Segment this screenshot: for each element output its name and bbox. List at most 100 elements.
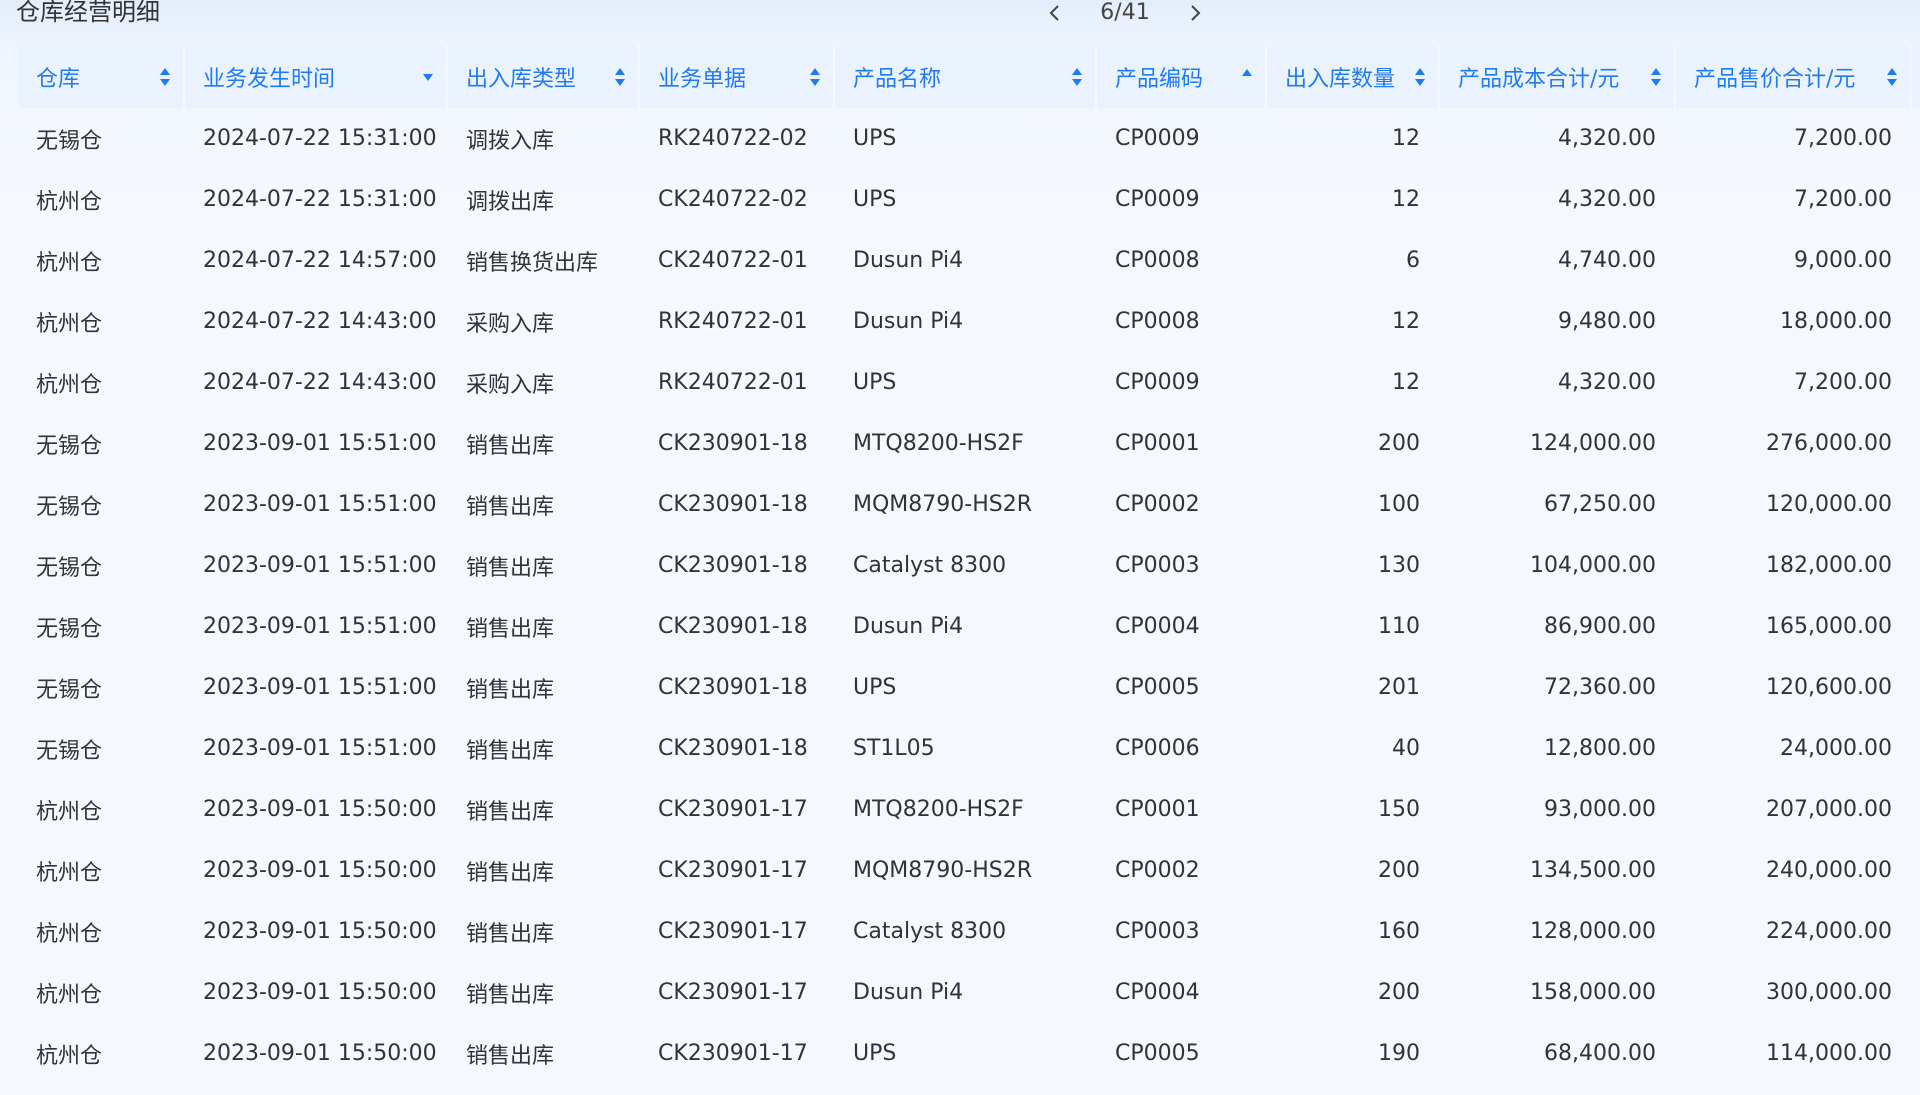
cell-document: CK230901-17 [658, 919, 808, 944]
cell-price-total: 300,000.00 [1766, 980, 1892, 1005]
sort-both-icon[interactable] [159, 67, 171, 87]
sort-both-icon[interactable] [1414, 67, 1426, 87]
cell-price-total: 165,000.00 [1766, 614, 1892, 639]
cell-io-type: 采购入库 [466, 372, 555, 398]
sort-both-icon[interactable] [614, 67, 626, 87]
cell-document: CK230901-18 [658, 492, 808, 517]
table-row[interactable]: 杭州仓 2024-07-22 14:43:00 采购入库 RK240722-01 UPS… [18, 352, 1920, 413]
cell-cost-total: 4,320.00 [1558, 126, 1656, 151]
column-header-cost-total[interactable]: 产品成本合计/元 [1440, 46, 1676, 108]
cell-time: 2023-09-01 15:50:00 [203, 858, 437, 883]
sort-desc-icon[interactable] [422, 67, 434, 87]
cell-io-type: 销售出库 [466, 738, 555, 764]
cell-io-type: 销售出库 [466, 616, 555, 642]
table-row[interactable]: 杭州仓 2024-07-22 15:31:00 调拨出库 CK240722-02 UPS… [18, 169, 1920, 230]
next-page-button[interactable] [1180, 0, 1210, 26]
column-header-label: 出入库数量 [1285, 67, 1396, 92]
cell-product-name: Catalyst 8300 [853, 553, 1007, 578]
table-row[interactable]: 无锡仓 2024-07-22 15:31:00 调拨入库 RK240722-02 UPS… [18, 108, 1920, 169]
sort-both-icon[interactable] [1886, 67, 1898, 87]
table-row[interactable]: 无锡仓 2023-09-01 15:51:00 销售出库 CK230901-18 UPS… [18, 657, 1920, 718]
cell-document: RK240722-02 [658, 126, 808, 151]
table-row[interactable]: 无锡仓 2023-09-01 15:51:00 销售出库 CK230901-18 Dus… [18, 596, 1920, 657]
column-header-price-total[interactable]: 产品售价合计/元 [1676, 46, 1912, 108]
cell-quantity: 12 [1392, 126, 1420, 151]
cell-io-type: 销售出库 [466, 860, 555, 886]
table-row[interactable]: 杭州仓 2023-09-01 15:50:00 销售出库 CK230901-17 Cat… [18, 901, 1920, 962]
column-header-label: 产品售价合计/元 [1694, 67, 1856, 92]
table-row[interactable]: 杭州仓 2023-09-01 15:50:00 销售出库 CK230901-17 UPS… [18, 1023, 1920, 1084]
table-row[interactable]: 杭州仓 2024-07-22 14:57:00 销售换货出库 CK240722-01 D… [18, 230, 1920, 291]
cell-price-total: 224,000.00 [1766, 919, 1892, 944]
column-header-warehouse[interactable]: 仓库 [18, 46, 185, 108]
table-row[interactable]: 无锡仓 2023-09-01 15:51:00 销售出库 CK230901-18 MTQ… [18, 413, 1920, 474]
cell-time: 2023-09-01 15:50:00 [203, 1041, 437, 1066]
table-header: 仓库 业务发生时间 出入库类型 业务单据 产品名称 产品编码 出入库数量 产品成… [18, 46, 1920, 108]
cell-product-name: UPS [853, 187, 897, 212]
pagination: 6/41 [1040, 0, 1210, 26]
cell-warehouse: 无锡仓 [36, 555, 103, 581]
table-row[interactable]: 无锡仓 2023-09-01 15:51:00 销售出库 CK230901-18 MQM… [18, 474, 1920, 535]
table-body: 无锡仓 2024-07-22 15:31:00 调拨入库 RK240722-02 UPS… [18, 108, 1920, 1084]
cell-product-code: CP0003 [1115, 553, 1200, 578]
column-header-label: 产品编码 [1115, 67, 1204, 92]
cell-quantity: 200 [1378, 858, 1420, 883]
cell-quantity: 130 [1378, 553, 1420, 578]
cell-time: 2023-09-01 15:50:00 [203, 797, 437, 822]
cell-cost-total: 86,900.00 [1544, 614, 1656, 639]
cell-product-name: Dusun Pi4 [853, 614, 964, 639]
cell-product-code: CP0005 [1115, 675, 1200, 700]
table-row[interactable]: 无锡仓 2023-09-01 15:51:00 销售出库 CK230901-18 Cat… [18, 535, 1920, 596]
cell-time: 2024-07-22 14:57:00 [203, 248, 437, 273]
table-row[interactable]: 杭州仓 2023-09-01 15:50:00 销售出库 CK230901-17 Dus… [18, 962, 1920, 1023]
cell-warehouse: 杭州仓 [36, 921, 103, 947]
chevron-left-icon [1049, 5, 1059, 21]
cell-product-code: CP0009 [1115, 187, 1200, 212]
cell-cost-total: 9,480.00 [1558, 309, 1656, 334]
warehouse-detail-panel: 仓库经营明细 6/41 仓库 业务发生时间 出入库类型 业务单据 产品名称 产品… [0, 0, 1920, 1095]
panel-title: 仓库经营明细 [16, 0, 160, 26]
cell-product-name: MTQ8200-HS2F [853, 797, 1024, 822]
detail-table: 仓库 业务发生时间 出入库类型 业务单据 产品名称 产品编码 出入库数量 产品成… [18, 46, 1920, 1084]
cell-product-name: Dusun Pi4 [853, 309, 964, 334]
cell-product-code: CP0008 [1115, 309, 1200, 334]
table-row[interactable]: 杭州仓 2023-09-01 15:50:00 销售出库 CK230901-17 MQM… [18, 840, 1920, 901]
table-row[interactable]: 无锡仓 2023-09-01 15:51:00 销售出库 CK230901-18 ST1… [18, 718, 1920, 779]
cell-io-type: 销售出库 [466, 555, 555, 581]
cell-time: 2024-07-22 15:31:00 [203, 187, 437, 212]
sort-both-icon[interactable] [809, 67, 821, 87]
cell-document: CK230901-18 [658, 614, 808, 639]
column-header-product-code[interactable]: 产品编码 [1097, 46, 1267, 108]
cell-warehouse: 杭州仓 [36, 860, 103, 886]
table-row[interactable]: 杭州仓 2024-07-22 14:43:00 采购入库 RK240722-01 Dus… [18, 291, 1920, 352]
cell-document: RK240722-01 [658, 370, 808, 395]
column-header-io-type[interactable]: 出入库类型 [448, 46, 640, 108]
table-row[interactable]: 杭州仓 2023-09-01 15:50:00 销售出库 CK230901-17 MTQ… [18, 779, 1920, 840]
cell-price-total: 18,000.00 [1780, 309, 1892, 334]
cell-document: CK230901-17 [658, 1041, 808, 1066]
cell-product-name: UPS [853, 675, 897, 700]
column-header-time[interactable]: 业务发生时间 [185, 46, 448, 108]
column-header-quantity[interactable]: 出入库数量 [1267, 46, 1440, 108]
cell-product-code: CP0002 [1115, 492, 1200, 517]
cell-document: CK230901-18 [658, 431, 808, 456]
column-header-document[interactable]: 业务单据 [640, 46, 835, 108]
cell-product-code: CP0009 [1115, 126, 1200, 151]
column-header-product-name[interactable]: 产品名称 [835, 46, 1097, 108]
sort-both-icon[interactable] [1650, 67, 1662, 87]
page-indicator: 6/41 [1100, 0, 1150, 25]
cell-price-total: 276,000.00 [1766, 431, 1892, 456]
prev-page-button[interactable] [1040, 0, 1070, 26]
cell-document: CK230901-17 [658, 858, 808, 883]
column-header-label: 产品成本合计/元 [1458, 67, 1620, 92]
cell-price-total: 120,600.00 [1766, 675, 1892, 700]
cell-product-code: CP0004 [1115, 614, 1200, 639]
cell-warehouse: 无锡仓 [36, 616, 103, 642]
sort-both-icon[interactable] [1071, 67, 1083, 87]
sort-asc-icon[interactable] [1241, 67, 1253, 87]
cell-time: 2024-07-22 14:43:00 [203, 370, 437, 395]
cell-document: CK230901-18 [658, 675, 808, 700]
cell-price-total: 7,200.00 [1794, 126, 1892, 151]
cell-price-total: 114,000.00 [1766, 1041, 1892, 1066]
cell-product-code: CP0006 [1115, 736, 1200, 761]
